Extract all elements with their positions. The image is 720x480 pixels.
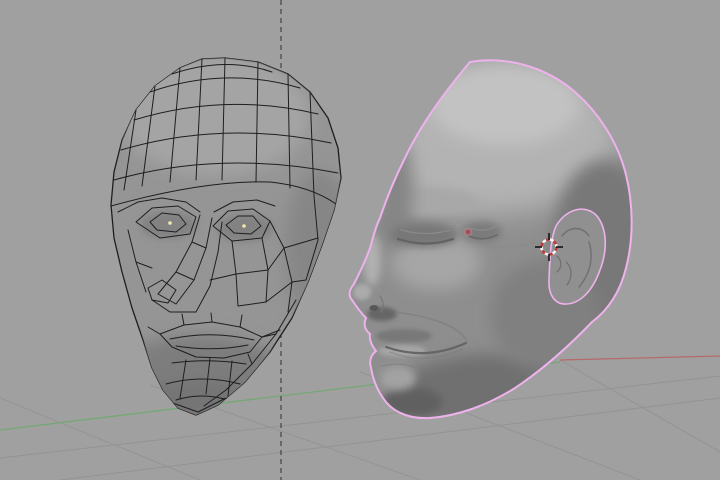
vertex-dot[interactable] xyxy=(242,224,246,228)
viewport-canvas[interactable] xyxy=(0,0,720,480)
object-origin-dot xyxy=(465,229,471,235)
nostril xyxy=(369,305,379,311)
blender-3d-viewport[interactable] xyxy=(0,0,720,480)
vertex-dot[interactable] xyxy=(168,221,172,225)
